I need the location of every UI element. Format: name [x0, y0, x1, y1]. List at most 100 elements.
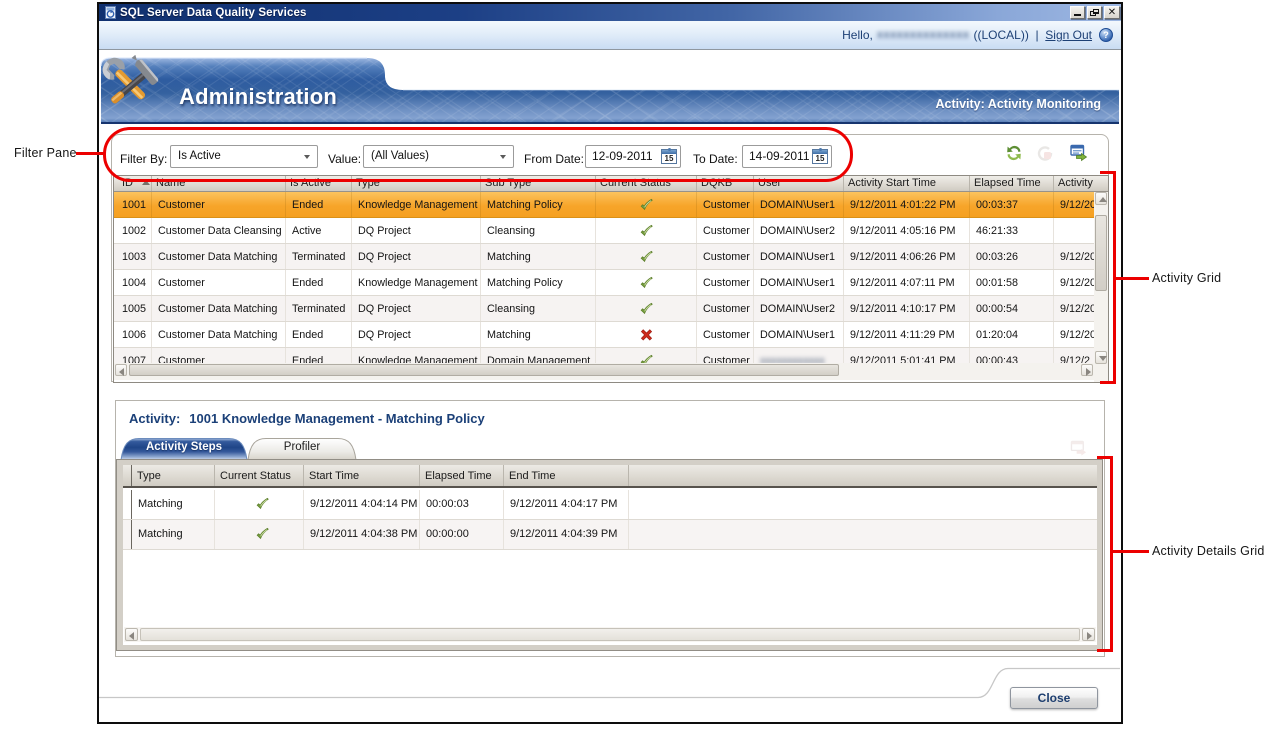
- local-suffix: ((LOCAL)): [973, 28, 1028, 42]
- header-filler: [629, 465, 1097, 486]
- activity-row-1006[interactable]: 1006Customer Data MatchingEndedDQ Projec…: [114, 322, 1108, 348]
- calendar-icon[interactable]: 15: [812, 149, 828, 164]
- details-column-header-elapsed-time[interactable]: Elapsed Time: [420, 465, 504, 486]
- cell-name: Customer: [152, 192, 286, 217]
- scroll-down-button[interactable]: [1095, 351, 1107, 364]
- cell-type: DQ Project: [352, 322, 481, 347]
- cell-start: 9/12/2011 4:10:17 PM: [844, 296, 970, 321]
- activity-row-1003[interactable]: 1003Customer Data MatchingTerminatedDQ P…: [114, 244, 1108, 270]
- column-header-is-active[interactable]: Is Active: [286, 176, 352, 191]
- activity-row-1005[interactable]: 1005Customer Data MatchingTerminatedDQ P…: [114, 296, 1108, 322]
- annotation-filter-pane: Filter Pane: [14, 146, 77, 160]
- export-icon[interactable]: [1070, 144, 1088, 162]
- refresh-icon[interactable]: [1005, 144, 1023, 162]
- details-title: Activity: 1001 Knowledge Management - Ma…: [129, 411, 485, 426]
- restore-button[interactable]: [1087, 6, 1102, 19]
- scrollbar-thumb[interactable]: [140, 628, 1080, 641]
- tab-activity-steps[interactable]: Activity Steps: [120, 437, 248, 460]
- scroll-left-button[interactable]: [115, 364, 127, 376]
- app-window: SQL Server Data Quality Services ✕ Hello…: [97, 2, 1123, 724]
- to-date-input[interactable]: 14-09-2011 15: [742, 145, 832, 168]
- sign-out-link[interactable]: Sign Out: [1045, 28, 1092, 42]
- scroll-up-button[interactable]: [1095, 192, 1107, 205]
- cell-type: DQ Project: [352, 296, 481, 321]
- calendar-icon[interactable]: 15: [661, 149, 677, 164]
- arrow-up-icon: [1099, 197, 1107, 202]
- value-dropdown[interactable]: (All Values): [363, 145, 514, 168]
- details-grid-header: TypeCurrent StatusStart TimeElapsed Time…: [123, 465, 1097, 488]
- cell-user: DOMAIN\User1: [754, 244, 844, 269]
- details-column-header-type[interactable]: Type: [132, 465, 215, 486]
- activity-row-1002[interactable]: 1002Customer Data CleansingActiveDQ Proj…: [114, 218, 1108, 244]
- close-button[interactable]: Close: [1010, 687, 1098, 709]
- column-header-id[interactable]: ID: [114, 176, 152, 191]
- chevron-down-icon: [500, 155, 506, 159]
- column-header-user[interactable]: User: [754, 176, 844, 191]
- column-header-current-status[interactable]: Current Status: [596, 176, 697, 191]
- horizontal-scrollbar[interactable]: [114, 363, 1094, 380]
- export-disabled-icon: [1070, 440, 1088, 457]
- scrollbar-thumb[interactable]: [1095, 215, 1107, 291]
- row-selector-header: [123, 465, 132, 486]
- details-grid-callout-line: [1113, 550, 1149, 553]
- scroll-left-button[interactable]: [125, 628, 138, 641]
- details-cell-start: 9/12/2011 4:04:38 PM: [304, 520, 420, 549]
- minimize-button[interactable]: [1070, 6, 1085, 19]
- cell-dqkb: Customer: [697, 296, 754, 321]
- horizontal-scrollbar[interactable]: [124, 627, 1096, 642]
- terminate-disabled-icon: [1035, 144, 1053, 162]
- close-window-button[interactable]: ✕: [1104, 6, 1120, 19]
- details-cell-elapsed: 00:00:03: [420, 490, 504, 519]
- cell-start: 9/12/2011 4:05:16 PM: [844, 218, 970, 243]
- vertical-scrollbar[interactable]: [1094, 192, 1108, 382]
- filter-by-dropdown[interactable]: Is Active: [170, 145, 318, 168]
- details-row[interactable]: Matching9/12/2011 4:04:14 PM00:00:039/12…: [123, 490, 1097, 520]
- cell-sub_type: Matching Policy: [481, 192, 596, 217]
- cell-is_active: Ended: [286, 270, 352, 295]
- cell-id: 1005: [114, 296, 152, 321]
- close-icon: ✕: [1105, 6, 1119, 19]
- column-header-activity[interactable]: Activity: [1054, 176, 1094, 191]
- to-date-label: To Date:: [693, 148, 738, 170]
- cell-sub_type: Cleansing: [481, 296, 596, 321]
- scroll-right-button[interactable]: [1082, 628, 1095, 641]
- cell-dqkb: Customer: [697, 192, 754, 217]
- details-row[interactable]: Matching9/12/2011 4:04:38 PM00:00:009/12…: [123, 520, 1097, 550]
- cell-elapsed: 00:03:26: [970, 244, 1054, 269]
- session-bar: Hello, xxxxxxxxxxxxxx ((LOCAL)) | Sign O…: [99, 21, 1121, 50]
- column-header-sub-type[interactable]: Sub Type: [481, 176, 596, 191]
- cell-sub_type: Matching Policy: [481, 270, 596, 295]
- cell-name: Customer Data Cleansing: [152, 218, 286, 243]
- details-column-header-end-time[interactable]: End Time: [504, 465, 629, 486]
- help-icon[interactable]: ?: [1099, 28, 1113, 42]
- column-header-type[interactable]: Type: [352, 176, 481, 191]
- filter-by-label: Filter By:: [120, 148, 167, 170]
- cell-sub_type: Matching: [481, 244, 596, 269]
- sort-ascending-icon: [142, 180, 150, 185]
- hello-label: Hello,: [842, 28, 873, 42]
- cell-end: 9/12/20: [1054, 296, 1094, 321]
- details-column-header-current-status[interactable]: Current Status: [215, 465, 304, 486]
- activity-row-1001[interactable]: 1001CustomerEndedKnowledge ManagementMat…: [114, 192, 1108, 218]
- activity-row-1004[interactable]: 1004CustomerEndedKnowledge ManagementMat…: [114, 270, 1108, 296]
- column-header-activity-start-time[interactable]: Activity Start Time: [844, 176, 970, 191]
- cell-end: 9/12/20: [1054, 270, 1094, 295]
- tab-profiler[interactable]: Profiler: [247, 437, 357, 460]
- cell-id: 1002: [114, 218, 152, 243]
- cell-end: [1054, 218, 1094, 243]
- column-header-name[interactable]: Name: [152, 176, 286, 191]
- status-success-icon: [639, 218, 654, 243]
- value-label: Value:: [328, 148, 361, 170]
- scrollbar-thumb[interactable]: [129, 364, 839, 376]
- cell-status: [596, 218, 697, 243]
- scroll-right-button[interactable]: [1081, 364, 1093, 376]
- cell-id: 1003: [114, 244, 152, 269]
- cell-status: [596, 192, 697, 217]
- details-column-header-start-time[interactable]: Start Time: [304, 465, 420, 486]
- value-value: (All Values): [371, 150, 429, 162]
- app-icon: [104, 6, 117, 19]
- activity-details-grid: TypeCurrent StatusStart TimeElapsed Time…: [116, 459, 1103, 651]
- from-date-input[interactable]: 12-09-2011 15: [585, 145, 681, 168]
- column-header-dqkb[interactable]: DQKB: [697, 176, 754, 191]
- column-header-elapsed-time[interactable]: Elapsed Time: [970, 176, 1054, 191]
